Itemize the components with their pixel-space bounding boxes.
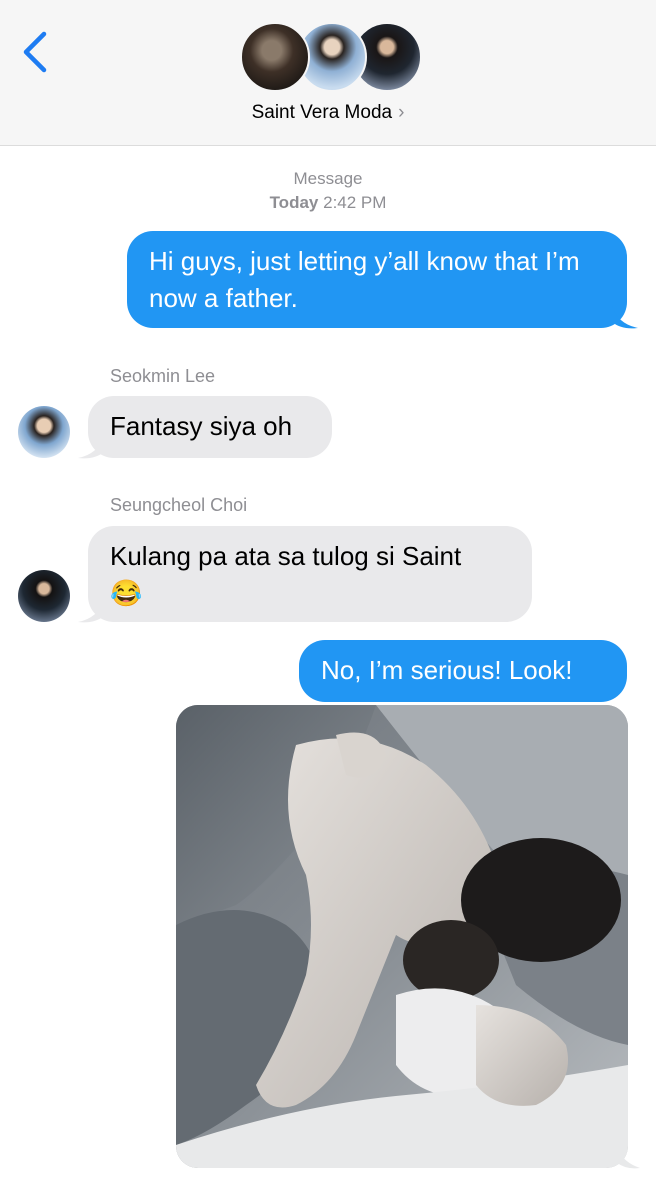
back-button[interactable] (18, 30, 54, 74)
timestamp-time: 2:42 PM (323, 193, 387, 212)
chevron-right-icon: › (398, 102, 405, 123)
message-text: Fantasy siya oh (110, 411, 293, 441)
avatar[interactable] (18, 406, 70, 458)
message-text: Kulang pa ata sa tulog si Saint (110, 541, 462, 571)
incoming-message-bubble[interactable]: Fantasy siya oh (88, 396, 332, 458)
group-name-button[interactable]: Saint Vera Moda › (0, 102, 656, 124)
group-name: Saint Vera Moda (251, 102, 393, 123)
incoming-message-bubble[interactable]: Kulang pa ata sa tulog si Saint 😂 (88, 526, 532, 622)
chevron-left-icon (23, 31, 47, 73)
message-text: No, I’m serious! Look! (321, 655, 573, 685)
message-text: Hi guys, just letting y’all know that I’… (149, 246, 580, 313)
face-with-tears-of-joy-icon: 😂 (110, 578, 143, 608)
sender-name: Seungcheol Choi (110, 495, 248, 515)
conversation-header: Saint Vera Moda › (0, 0, 656, 146)
photo-attachment[interactable] (176, 705, 628, 1168)
sender-name: Seokmin Lee (110, 366, 216, 386)
bubble-tail-icon (616, 1146, 640, 1169)
service-label: Message (293, 169, 363, 188)
timestamp-day: Today (269, 193, 319, 212)
outgoing-message-bubble[interactable]: No, I’m serious! Look! (299, 640, 627, 702)
avatar (240, 22, 310, 92)
photo-image (176, 705, 628, 1168)
message-timestamp: Message Today 2:42 PM (0, 167, 656, 215)
avatar[interactable] (18, 570, 70, 622)
bubble-tail-icon (612, 306, 638, 329)
outgoing-message-bubble[interactable]: Hi guys, just letting y’all know that I’… (127, 231, 627, 328)
group-avatars[interactable] (240, 22, 422, 94)
